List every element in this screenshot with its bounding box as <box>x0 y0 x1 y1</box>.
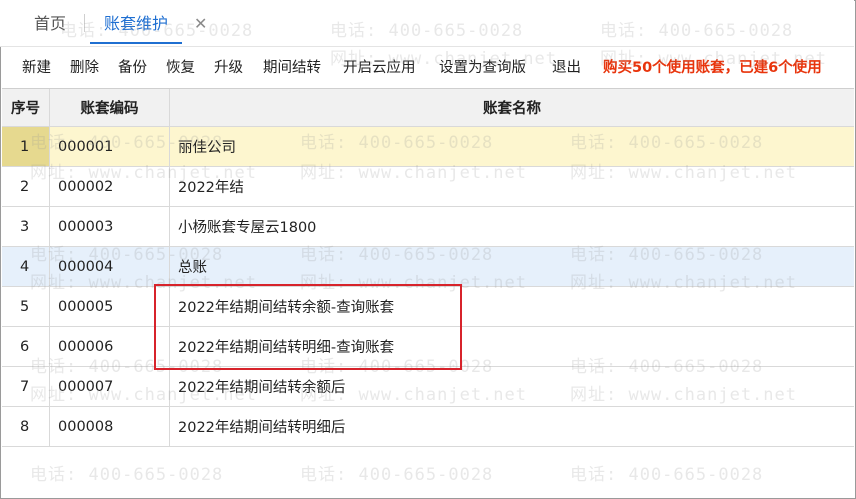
enable-cloud-app-button[interactable]: 开启云应用 <box>343 58 416 78</box>
row-code: 000005 <box>50 287 170 326</box>
row-index: 8 <box>2 407 50 446</box>
toolbar: 新建 删除 备份 恢复 升级 期间结转 开启云应用 设置为查询版 退出 购买50… <box>0 46 854 88</box>
table-header: 序号 账套编码 账套名称 <box>2 89 854 127</box>
restore-button[interactable]: 恢复 <box>166 58 195 78</box>
row-name: 小杨账套专屋云1800 <box>178 220 317 236</box>
tab-divider <box>84 14 85 32</box>
row-code: 000001 <box>50 127 170 166</box>
row-name: 2022年结期间结转明细-查询账套 <box>178 340 395 356</box>
table-row[interactable]: 8 000008 2022年结期间结转明细后 <box>2 407 854 447</box>
row-name: 2022年结期间结转明细后 <box>178 420 346 436</box>
account-set-table: 序号 账套编码 账套名称 1 000001 丽佳公司 2 000002 2022… <box>2 88 854 447</box>
header-code: 账套编码 <box>50 89 170 126</box>
row-index: 5 <box>2 287 50 326</box>
row-name: 总账 <box>178 260 207 276</box>
row-name: 2022年结期间结转余额后 <box>178 380 346 396</box>
row-name: 丽佳公司 <box>178 140 236 156</box>
tab-bar: 首页 账套维护 ✕ <box>0 0 854 46</box>
row-index: 6 <box>2 327 50 366</box>
table-row[interactable]: 3 000003 小杨账套专屋云1800 <box>2 207 854 247</box>
row-code: 000002 <box>50 167 170 206</box>
header-index: 序号 <box>2 89 50 126</box>
row-index: 7 <box>2 367 50 406</box>
row-code: 000008 <box>50 407 170 446</box>
row-code: 000006 <box>50 327 170 366</box>
table-row[interactable]: 7 000007 2022年结期间结转余额后 <box>2 367 854 407</box>
row-index: 1 <box>2 127 50 166</box>
table-row[interactable]: 5 000005 2022年结期间结转余额-查询账套 <box>2 287 854 327</box>
new-button[interactable]: 新建 <box>22 58 51 78</box>
delete-button[interactable]: 删除 <box>70 58 99 78</box>
backup-button[interactable]: 备份 <box>118 58 147 78</box>
table-row[interactable]: 6 000006 2022年结期间结转明细-查询账套 <box>2 327 854 367</box>
table-row[interactable]: 2 000002 2022年结 <box>2 167 854 207</box>
close-icon[interactable]: ✕ <box>194 14 207 34</box>
set-query-version-button[interactable]: 设置为查询版 <box>439 58 526 78</box>
row-code: 000007 <box>50 367 170 406</box>
row-index: 3 <box>2 207 50 246</box>
tab-home[interactable]: 首页 <box>34 12 66 44</box>
promo-text: 购买50个使用账套，已建6个使用 <box>603 60 822 76</box>
row-name: 2022年结 <box>178 180 244 196</box>
row-name: 2022年结期间结转余额-查询账套 <box>178 300 395 316</box>
upgrade-button[interactable]: 升级 <box>214 58 243 78</box>
row-code: 000003 <box>50 207 170 246</box>
row-code: 000004 <box>50 247 170 286</box>
exit-button[interactable]: 退出 <box>552 58 581 78</box>
tab-account-maintenance[interactable]: 账套维护 <box>90 12 183 44</box>
table-row[interactable]: 4 000004 总账 <box>2 247 854 287</box>
table-row[interactable]: 1 000001 丽佳公司 <box>2 127 854 167</box>
header-name: 账套名称 <box>483 101 541 117</box>
period-carryover-button[interactable]: 期间结转 <box>263 58 321 78</box>
row-index: 4 <box>2 247 50 286</box>
row-index: 2 <box>2 167 50 206</box>
